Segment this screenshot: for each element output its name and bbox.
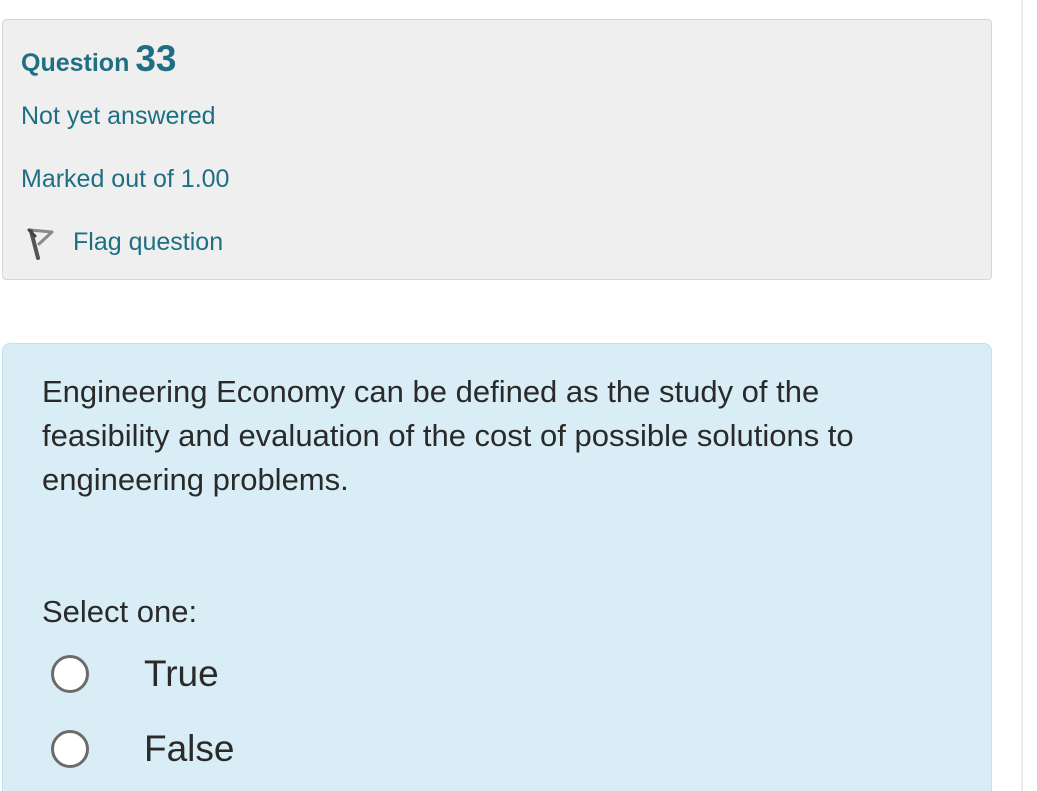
- page-divider: [1021, 0, 1023, 791]
- answer-option-label: True: [144, 653, 219, 694]
- quiz-page: Question 33 Not yet answered Marked out o…: [0, 0, 1037, 791]
- answer-option-label: False: [144, 728, 235, 769]
- flag-icon: [23, 222, 57, 262]
- answer-option-true[interactable]: True: [51, 650, 219, 698]
- question-info-panel: Question 33 Not yet answered Marked out o…: [2, 19, 992, 280]
- radio-false[interactable]: [51, 730, 89, 768]
- question-grade: Marked out of 1.00: [21, 165, 230, 193]
- question-state: Not yet answered: [21, 102, 216, 130]
- radio-true[interactable]: [51, 655, 89, 693]
- flag-question-label: Flag question: [73, 227, 224, 256]
- question-title-word: Question: [21, 49, 130, 77]
- question-formulation: Engineering Economy can be defined as th…: [2, 343, 992, 791]
- flag-question-button[interactable]: Flag question: [23, 222, 223, 262]
- question-title: Question 33: [21, 38, 177, 80]
- question-text: Engineering Economy can be defined as th…: [42, 374, 854, 497]
- answer-prompt: Select one:: [42, 594, 198, 629]
- answer-option-false[interactable]: False: [51, 725, 234, 773]
- question-number: 33: [135, 38, 177, 79]
